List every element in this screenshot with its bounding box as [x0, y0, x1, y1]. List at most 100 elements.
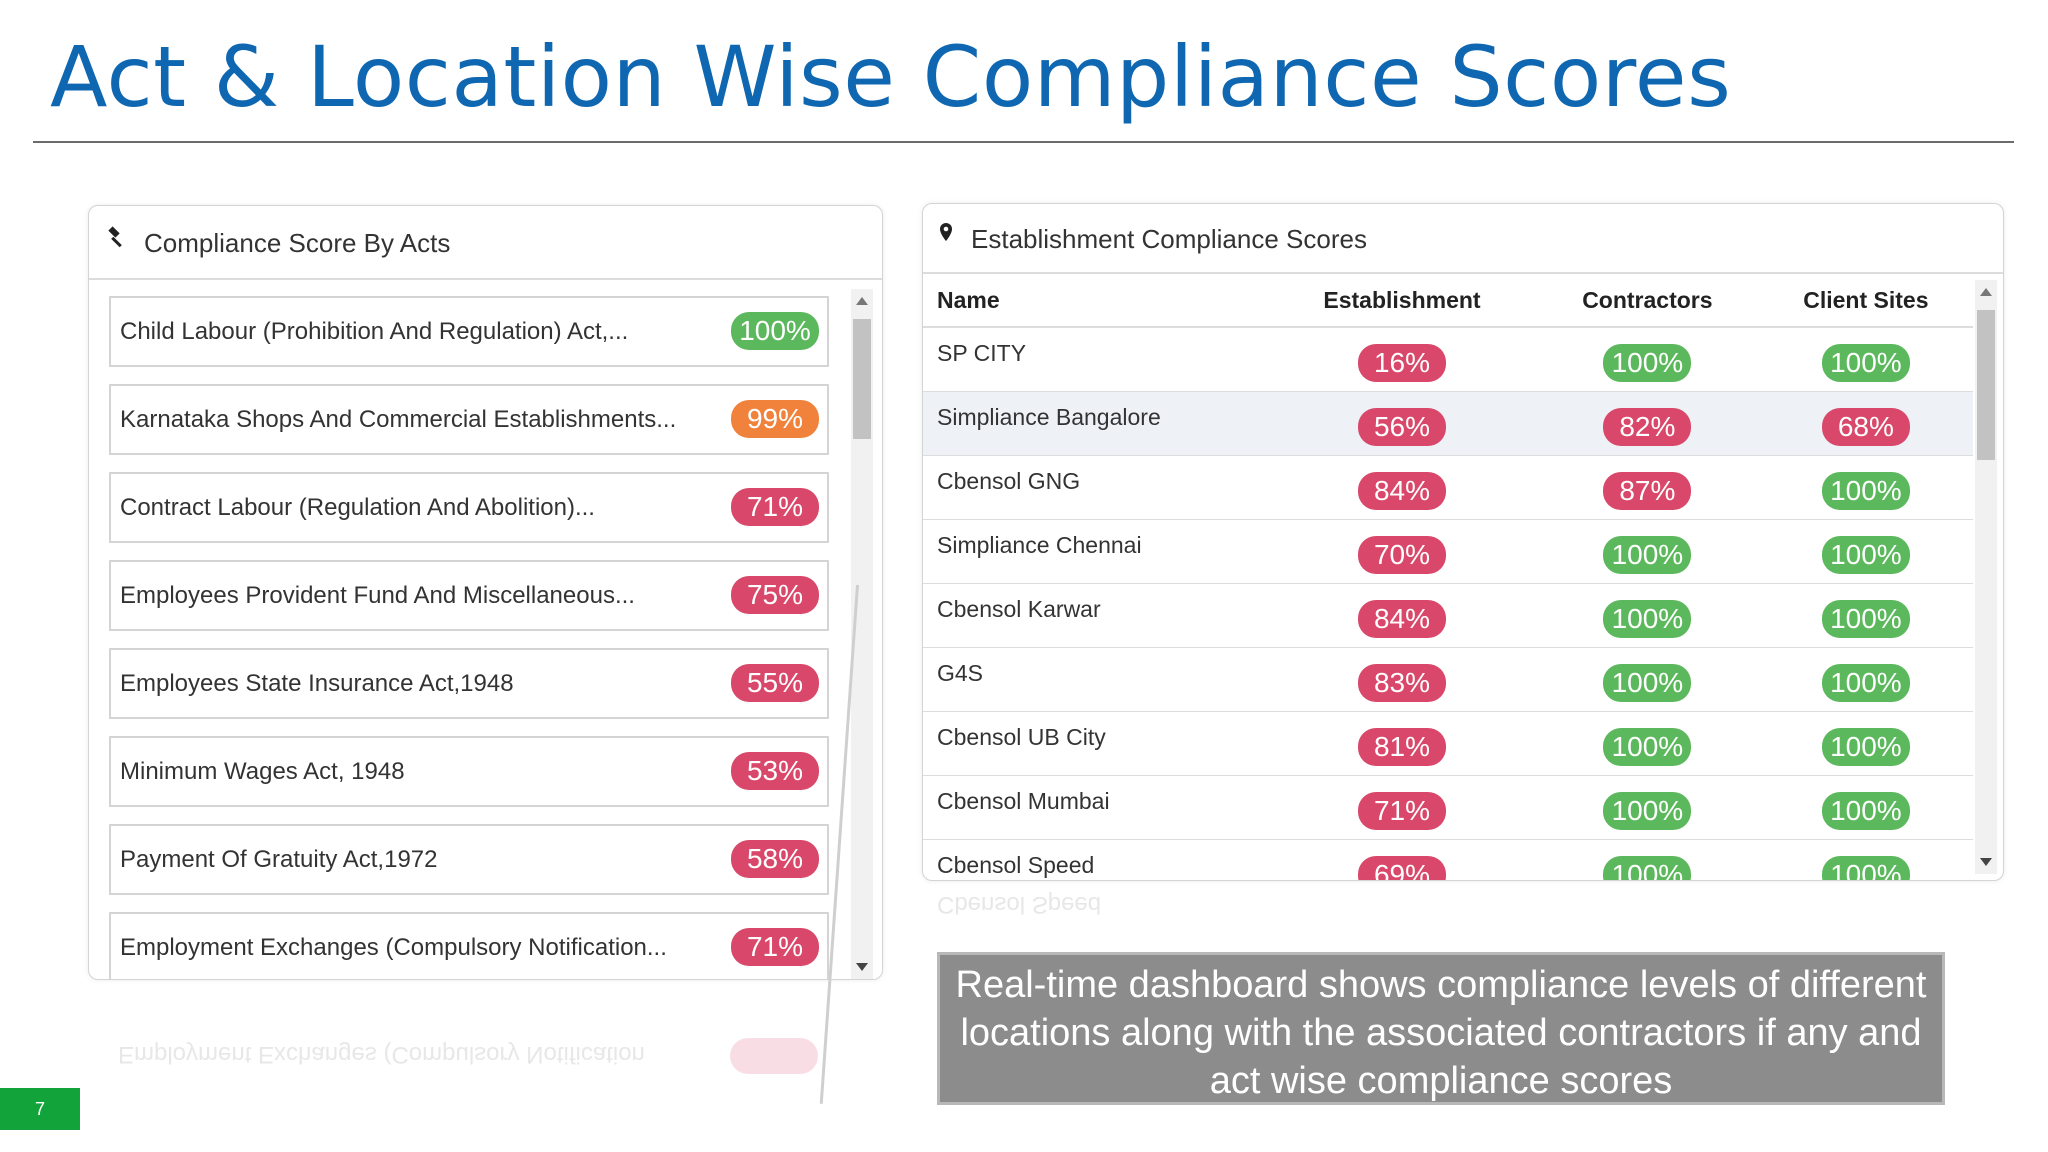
score-badge: 53% [731, 752, 819, 790]
column-header-client-sites[interactable]: Client Sites [1758, 274, 1973, 328]
acts-list: Child Labour (Prohibition And Regulation… [109, 296, 829, 979]
score-cell-contractors: 100% [1535, 519, 1759, 584]
score-badge: 83% [1357, 664, 1446, 702]
score-badge: 100% [1821, 344, 1910, 382]
map-pin-icon [938, 222, 954, 253]
column-header-establishment[interactable]: Establishment [1268, 274, 1536, 328]
score-badge: 100% [731, 312, 819, 350]
score-cell-establishment: 70% [1268, 519, 1536, 584]
location-name: Cbensol Karwar [923, 583, 1268, 648]
act-row[interactable]: Employees State Insurance Act,1948 55% [109, 648, 829, 719]
column-header-name[interactable]: Name [923, 274, 1268, 328]
score-cell-contractors: 100% [1535, 583, 1759, 648]
score-cell-client-sites: 100% [1758, 711, 1973, 776]
table-row[interactable]: SP CITY 16% 100% 100% [923, 327, 1973, 392]
score-cell-client-sites: 100% [1758, 327, 1973, 392]
score-badge: 100% [1603, 536, 1692, 574]
scroll-up-arrow-icon[interactable] [1980, 288, 1992, 296]
score-badge: 84% [1357, 472, 1446, 510]
acts-panel: Compliance Score By Acts Child Labour (P… [88, 205, 883, 980]
act-row[interactable]: Employment Exchanges (Compulsory Notific… [109, 912, 829, 979]
location-name: G4S [923, 647, 1268, 712]
scrollbar-thumb[interactable] [1977, 310, 1995, 460]
caption-box: Real-time dashboard shows compliance lev… [937, 952, 1945, 1105]
score-badge: 100% [1603, 600, 1692, 638]
score-badge: 100% [1821, 728, 1910, 766]
table-row[interactable]: Cbensol UB City 81% 100% 100% [923, 711, 1973, 776]
act-row[interactable]: Contract Labour (Regulation And Abolitio… [109, 472, 829, 543]
scroll-up-arrow-icon[interactable] [856, 297, 868, 305]
score-cell-contractors: 100% [1535, 711, 1759, 776]
location-name: Cbensol Speed [923, 839, 1268, 880]
act-row[interactable]: Minimum Wages Act, 1948 53% [109, 736, 829, 807]
score-cell-client-sites: 100% [1758, 775, 1973, 840]
score-badge: 68% [1821, 408, 1910, 446]
score-cell-establishment: 56% [1268, 391, 1536, 456]
act-row[interactable]: Payment Of Gratuity Act,1972 58% [109, 824, 829, 895]
score-badge: 100% [1821, 600, 1910, 638]
score-badge: 100% [1821, 664, 1910, 702]
score-badge: 100% [1603, 664, 1692, 702]
act-row[interactable]: Karnataka Shops And Commercial Establish… [109, 384, 829, 455]
establishment-panel: Establishment Compliance Scores Name Est… [922, 203, 2004, 881]
acts-panel-title: Compliance Score By Acts [144, 228, 451, 258]
location-name: Cbensol UB City [923, 711, 1268, 776]
establishment-table-wrap: Name Establishment Contractors Client Si… [923, 274, 1973, 880]
score-badge: 71% [1357, 792, 1446, 830]
score-cell-client-sites: 68% [1758, 391, 1973, 456]
score-cell-contractors: 87% [1535, 455, 1759, 520]
score-badge: 99% [731, 400, 819, 438]
score-cell-establishment: 84% [1268, 583, 1536, 648]
table-row[interactable]: G4S 83% 100% 100% [923, 647, 1973, 712]
location-name: Simpliance Chennai [923, 519, 1268, 584]
act-label: Karnataka Shops And Commercial Establish… [120, 406, 677, 433]
score-cell-contractors: 82% [1535, 391, 1759, 456]
scroll-down-arrow-icon[interactable] [856, 963, 868, 971]
score-cell-client-sites: 100% [1758, 647, 1973, 712]
table-row[interactable]: Simpliance Chennai 70% 100% 100% [923, 519, 1973, 584]
scrollbar-thumb[interactable] [853, 319, 871, 439]
table-row[interactable]: Cbensol GNG 84% 87% 100% [923, 455, 1973, 520]
act-label: Employees Provident Fund And Miscellaneo… [120, 582, 635, 609]
table-row[interactable]: Cbensol Mumbai 71% 100% 100% [923, 775, 1973, 840]
scroll-down-arrow-icon[interactable] [1980, 858, 1992, 866]
score-badge: 71% [731, 928, 819, 966]
score-badge: 100% [1821, 472, 1910, 510]
score-badge: 100% [1821, 856, 1910, 880]
table-row[interactable]: Cbensol Karwar 84% 100% 100% [923, 583, 1973, 648]
act-label: Employees State Insurance Act,1948 [120, 670, 514, 697]
score-cell-client-sites: 100% [1758, 519, 1973, 584]
score-badge: 87% [1603, 472, 1692, 510]
establishment-panel-header: Establishment Compliance Scores [923, 204, 2003, 274]
title-divider [33, 141, 2014, 143]
reflection-decoration: Employment Exchanges (Compulsory Notific… [118, 1041, 645, 1068]
score-cell-establishment: 71% [1268, 775, 1536, 840]
score-badge: 71% [731, 488, 819, 526]
act-row[interactable]: Employees Provident Fund And Miscellaneo… [109, 560, 829, 631]
establishment-table: Name Establishment Contractors Client Si… [923, 274, 1973, 880]
reflection-decoration: Cbensol Speed [937, 891, 1102, 918]
score-cell-contractors: 100% [1535, 647, 1759, 712]
gavel-icon [105, 226, 129, 257]
act-row[interactable]: Child Labour (Prohibition And Regulation… [109, 296, 829, 367]
score-cell-establishment: 81% [1268, 711, 1536, 776]
column-header-contractors[interactable]: Contractors [1535, 274, 1759, 328]
page-number: 7 [0, 1088, 80, 1130]
act-label: Employment Exchanges (Compulsory Notific… [120, 934, 667, 961]
score-badge: 56% [1357, 408, 1446, 446]
location-name: Cbensol Mumbai [923, 775, 1268, 840]
score-cell-contractors: 100% [1535, 775, 1759, 840]
score-badge: 75% [731, 576, 819, 614]
act-label: Contract Labour (Regulation And Abolitio… [120, 494, 595, 521]
score-badge: 69% [1357, 856, 1446, 880]
score-badge: 70% [1357, 536, 1446, 574]
score-cell-client-sites: 100% [1758, 455, 1973, 520]
score-cell-establishment: 83% [1268, 647, 1536, 712]
page-title: Act & Location Wise Compliance Scores [50, 28, 1732, 126]
score-badge: 58% [731, 840, 819, 878]
acts-panel-header: Compliance Score By Acts [89, 206, 882, 280]
score-badge: 100% [1603, 344, 1692, 382]
table-row[interactable]: Cbensol Speed 69% 100% 100% [923, 839, 1973, 880]
establishment-scrollbar[interactable] [1975, 280, 1997, 874]
table-row[interactable]: Simpliance Bangalore 56% 82% 68% [923, 391, 1973, 456]
